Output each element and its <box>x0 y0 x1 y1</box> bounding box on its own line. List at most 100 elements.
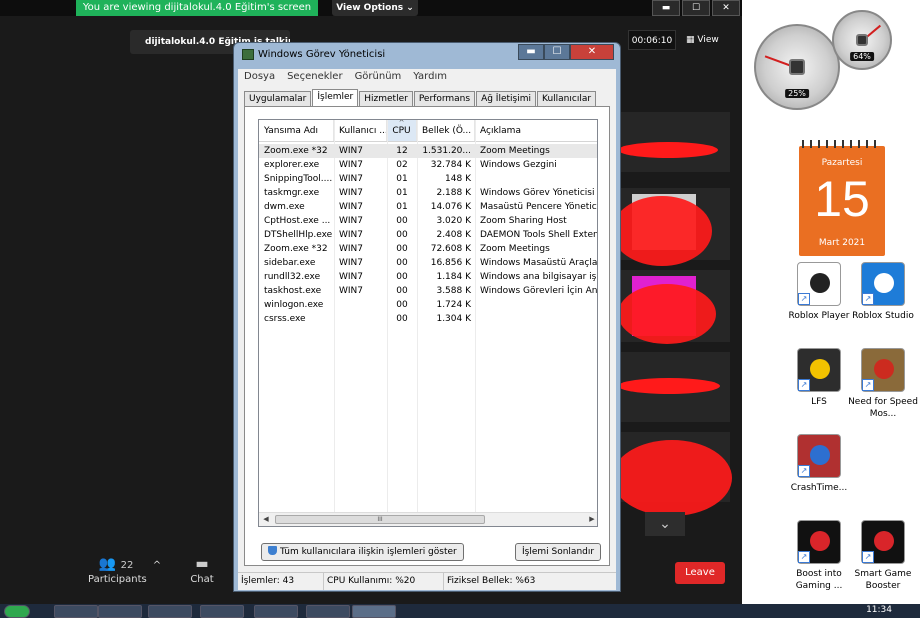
process-list[interactable]: Yansıma Adı Kullanıcı ... CPU Bellek (Ö.… <box>258 119 598 527</box>
desktop-icon[interactable]: ↗ CrashTime... <box>784 434 854 494</box>
table-row[interactable]: Zoom.exe *32 WIN7 12 1.531.20... Zoom Meetin… <box>259 144 597 158</box>
tab-applications[interactable]: Uygulamalar <box>244 91 312 106</box>
process-cpu: 01 <box>396 174 408 184</box>
app-icon: ↗ <box>797 348 841 392</box>
desktop-icon[interactable]: ↗ Roblox Player <box>784 262 854 322</box>
participants-chevron-up-icon[interactable]: ^ <box>150 560 164 571</box>
table-row[interactable]: explorer.exe WIN7 02 32.784 K Windows Gezgin… <box>259 158 597 172</box>
table-row[interactable]: winlogon.exe 00 1.724 K <box>259 298 597 312</box>
process-name: SnippingTool.... <box>264 174 333 184</box>
taskbar-app[interactable] <box>306 605 350 618</box>
table-row[interactable]: Zoom.exe *32 WIN7 00 72.608 K Zoom Meetings <box>259 242 597 256</box>
process-description: DAEMON Tools Shell Extensions <box>480 230 598 240</box>
column-user-name[interactable]: Kullanıcı ... <box>334 120 387 141</box>
close-button[interactable]: ✕ <box>712 0 740 16</box>
calendar-month-year: Mart 2021 <box>818 238 866 248</box>
red-scribble <box>618 378 720 394</box>
taskbar-app[interactable] <box>98 605 142 618</box>
menu-view[interactable]: Görünüm <box>355 69 402 85</box>
minimize-button[interactable]: ▬ <box>518 44 544 60</box>
view-button[interactable]: ▦ View <box>686 30 728 50</box>
process-memory: 3.588 K <box>436 286 471 296</box>
table-row[interactable]: csrss.exe 00 1.304 K <box>259 312 597 326</box>
menu-options[interactable]: Seçenekler <box>287 69 342 85</box>
taskbar-clock[interactable]: 11:34 <box>866 604 892 616</box>
cpu-gauge-value: 25% <box>785 89 809 99</box>
process-cpu: 01 <box>396 188 408 198</box>
table-row[interactable]: rundll32.exe WIN7 00 1.184 K Windows ana bil… <box>259 270 597 284</box>
view-options-button[interactable]: View Options ⌄ <box>332 0 418 16</box>
desktop-icon[interactable]: ↗ Need for Speed Mos... <box>848 348 918 420</box>
table-row[interactable]: sidebar.exe WIN7 00 16.856 K Windows Masaüst… <box>259 256 597 270</box>
tab-networking[interactable]: Ağ İletişimi <box>476 91 536 106</box>
process-cpu: 00 <box>396 244 408 254</box>
taskbar-app[interactable] <box>54 605 98 618</box>
desktop-icon[interactable]: ↗ LFS <box>784 348 854 408</box>
horizontal-scrollbar[interactable]: ◀ III ▶ <box>259 512 597 526</box>
app-icon: ↗ <box>861 262 905 306</box>
tab-performance[interactable]: Performans <box>413 91 476 106</box>
table-row[interactable]: dwm.exe WIN7 01 14.076 K Masaüstü Pencere Yö… <box>259 200 597 214</box>
process-description: Windows Görev Yöneticisi <box>480 188 595 198</box>
desktop-icon-label: LFS <box>811 397 827 407</box>
desktop-icon[interactable]: ↗ Roblox Studio <box>848 262 918 322</box>
calendar-rings <box>802 140 882 148</box>
desktop-icon-label: Need for Speed Mos... <box>848 397 918 419</box>
memory-gauge: 64% <box>832 10 892 70</box>
process-name: CptHost.exe ... <box>264 216 331 226</box>
process-description <box>475 298 597 312</box>
chat-icon: ▬ <box>195 556 209 572</box>
process-cpu: 02 <box>396 160 408 170</box>
process-user: WIN7 <box>339 146 364 156</box>
process-description <box>475 312 597 326</box>
taskbar-task-manager[interactable] <box>352 605 396 618</box>
calendar-gadget[interactable]: Pazartesi 15 Mart 2021 <box>799 140 885 256</box>
column-cpu[interactable]: CPU <box>387 120 417 141</box>
column-description[interactable]: Açıklama <box>475 120 597 141</box>
app-icon: ↗ <box>861 520 905 564</box>
table-row[interactable]: taskmgr.exe WIN7 01 2.188 K Windows Görev Yö… <box>259 186 597 200</box>
table-row[interactable]: SnippingTool.... WIN7 01 148 K <box>259 172 597 186</box>
chat-button[interactable]: ▬ Chat <box>186 556 218 585</box>
shortcut-arrow-icon: ↗ <box>862 551 874 563</box>
menu-file[interactable]: Dosya <box>244 69 275 85</box>
tab-processes[interactable]: İşlemler <box>312 89 359 106</box>
desktop-icon[interactable]: ↗ Smart Game Booster <box>848 520 918 592</box>
scroll-right-icon[interactable]: ▶ <box>585 513 597 526</box>
uac-shield-icon <box>268 546 277 555</box>
minimize-button[interactable]: ▬ <box>652 0 680 16</box>
process-memory: 1.531.20... <box>422 146 471 156</box>
participants-icon: 👥 22 <box>98 556 134 572</box>
tab-users[interactable]: Kullanıcılar <box>537 91 597 106</box>
menu-help[interactable]: Yardım <box>413 69 447 85</box>
table-row[interactable]: DTShellHlp.exe WIN7 00 2.408 K DAEMON Tools … <box>259 228 598 242</box>
process-memory: 3.020 K <box>436 216 471 226</box>
process-list-header: Yansıma Adı Kullanıcı ... CPU Bellek (Ö.… <box>259 120 597 142</box>
process-name: Zoom.exe *32 <box>264 244 328 254</box>
column-memory[interactable]: Bellek (Ö... <box>417 120 475 141</box>
status-memory: Fiziksel Bellek: %63 <box>447 576 536 586</box>
status-processes: İşlemler: 43 <box>238 573 324 590</box>
table-row[interactable]: CptHost.exe ... WIN7 00 3.020 K Zoom Sharing… <box>259 214 597 228</box>
taskbar-app[interactable] <box>254 605 298 618</box>
show-all-users-button[interactable]: Tüm kullanıcılara ilişkin işlemleri göst… <box>261 543 464 561</box>
chevron-down-icon[interactable]: ⌄ <box>645 512 685 536</box>
maximize-button[interactable]: ☐ <box>682 0 710 16</box>
tab-services[interactable]: Hizmetler <box>359 91 413 106</box>
column-image-name[interactable]: Yansıma Adı <box>259 120 334 141</box>
participants-button[interactable]: 👥 22 Participants <box>88 556 147 585</box>
process-user: WIN7 <box>339 230 364 240</box>
leave-button[interactable]: Leave <box>675 562 725 584</box>
process-description: Windows Görevleri İçin Ana Bi <box>480 286 598 296</box>
taskbar-app[interactable] <box>148 605 192 618</box>
desktop-icon[interactable]: ↗ Boost into Gaming ... <box>784 520 854 592</box>
taskbar-app[interactable] <box>200 605 244 618</box>
scroll-thumb[interactable]: III <box>275 515 485 524</box>
close-button[interactable]: ✕ <box>570 44 614 60</box>
end-process-button[interactable]: İşlemi Sonlandır <box>515 543 602 561</box>
start-button[interactable] <box>4 605 30 618</box>
scroll-left-icon[interactable]: ◀ <box>259 513 273 526</box>
table-row[interactable]: taskhost.exe WIN7 00 3.588 K Windows Görevle… <box>259 284 598 298</box>
show-all-users-label: Tüm kullanıcılara ilişkin işlemleri göst… <box>280 547 457 557</box>
maximize-button[interactable]: ☐ <box>544 44 570 60</box>
